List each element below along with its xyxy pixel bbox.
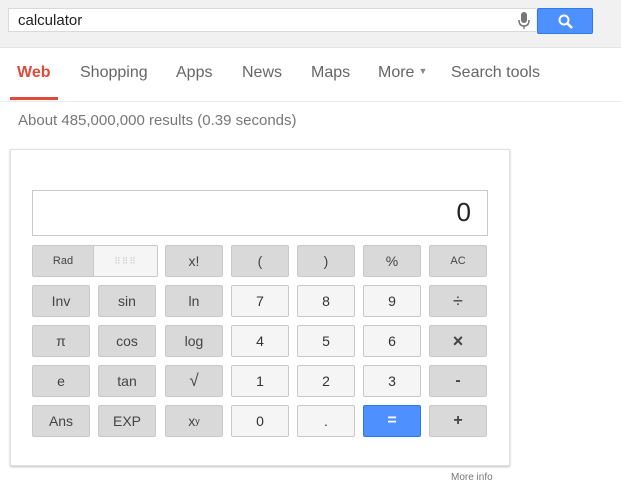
exponent-button[interactable]: EXP bbox=[98, 405, 156, 437]
dropdown-caret-icon: ▼ bbox=[418, 66, 428, 76]
minus-button[interactable]: - bbox=[429, 365, 487, 397]
search-input[interactable]: calculator bbox=[18, 12, 82, 29]
sqrt-button[interactable]: √ bbox=[165, 365, 223, 397]
digit-0-button[interactable]: 0 bbox=[231, 405, 289, 437]
top-bar: calculator bbox=[0, 0, 621, 48]
inverse-button[interactable]: Inv bbox=[32, 285, 90, 317]
digit-3-button[interactable]: 3 bbox=[363, 365, 421, 397]
digit-1-button[interactable]: 1 bbox=[231, 365, 289, 397]
plus-button[interactable]: + bbox=[429, 405, 487, 437]
rad-button[interactable]: Rad bbox=[33, 246, 93, 276]
all-clear-button[interactable]: AC bbox=[429, 245, 487, 277]
percent-button[interactable]: % bbox=[363, 245, 421, 277]
tan-button[interactable]: tan bbox=[98, 365, 156, 397]
equals-button[interactable]: = bbox=[363, 405, 421, 437]
tab-maps[interactable]: Maps bbox=[311, 64, 350, 82]
active-tab-indicator bbox=[10, 97, 58, 100]
factorial-button[interactable]: x! bbox=[165, 245, 223, 277]
divide-button[interactable]: ÷ bbox=[429, 285, 487, 317]
digit-4-button[interactable]: 4 bbox=[231, 325, 289, 357]
cos-button[interactable]: cos bbox=[98, 325, 156, 357]
power-base: x bbox=[188, 413, 196, 429]
microphone-icon[interactable] bbox=[518, 12, 530, 30]
answer-button[interactable]: Ans bbox=[32, 405, 90, 437]
ln-button[interactable]: ln bbox=[165, 285, 223, 317]
tab-search-tools[interactable]: Search tools bbox=[451, 64, 540, 82]
log-button[interactable]: log bbox=[165, 325, 223, 357]
tab-more[interactable]: More ▼ bbox=[378, 64, 427, 82]
deg-button[interactable]: ⠿⠿⠿ bbox=[93, 246, 157, 276]
euler-button[interactable]: e bbox=[32, 365, 90, 397]
power-button[interactable]: xy bbox=[165, 405, 223, 437]
display-value: 0 bbox=[456, 197, 471, 227]
search-icon bbox=[558, 14, 573, 29]
search-box[interactable]: calculator bbox=[8, 8, 536, 32]
results-stats: About 485,000,000 results (0.39 seconds) bbox=[18, 112, 297, 129]
search-button[interactable] bbox=[537, 8, 593, 34]
calculator-display: 0 bbox=[32, 190, 488, 236]
power-exponent: y bbox=[195, 416, 200, 426]
multiply-button[interactable]: × bbox=[429, 325, 487, 357]
angle-mode-toggle[interactable]: Rad ⠿⠿⠿ bbox=[32, 245, 158, 277]
digit-6-button[interactable]: 6 bbox=[363, 325, 421, 357]
more-info-link[interactable]: More info bbox=[451, 472, 493, 483]
sin-button[interactable]: sin bbox=[98, 285, 156, 317]
open-paren-button[interactable]: ( bbox=[231, 245, 289, 277]
digit-2-button[interactable]: 2 bbox=[297, 365, 355, 397]
close-paren-button[interactable]: ) bbox=[297, 245, 355, 277]
tab-more-label: More bbox=[378, 64, 415, 81]
digit-5-button[interactable]: 5 bbox=[297, 325, 355, 357]
search-tabs: Web Shopping Apps News Maps More ▼ Search… bbox=[0, 48, 621, 102]
tab-web[interactable]: Web bbox=[17, 64, 50, 82]
tab-shopping[interactable]: Shopping bbox=[80, 64, 148, 82]
pi-button[interactable]: π bbox=[32, 325, 90, 357]
tab-news[interactable]: News bbox=[242, 64, 282, 82]
digit-7-button[interactable]: 7 bbox=[231, 285, 289, 317]
decimal-button[interactable]: . bbox=[297, 405, 355, 437]
digit-8-button[interactable]: 8 bbox=[297, 285, 355, 317]
digit-9-button[interactable]: 9 bbox=[363, 285, 421, 317]
tab-apps[interactable]: Apps bbox=[176, 64, 212, 82]
